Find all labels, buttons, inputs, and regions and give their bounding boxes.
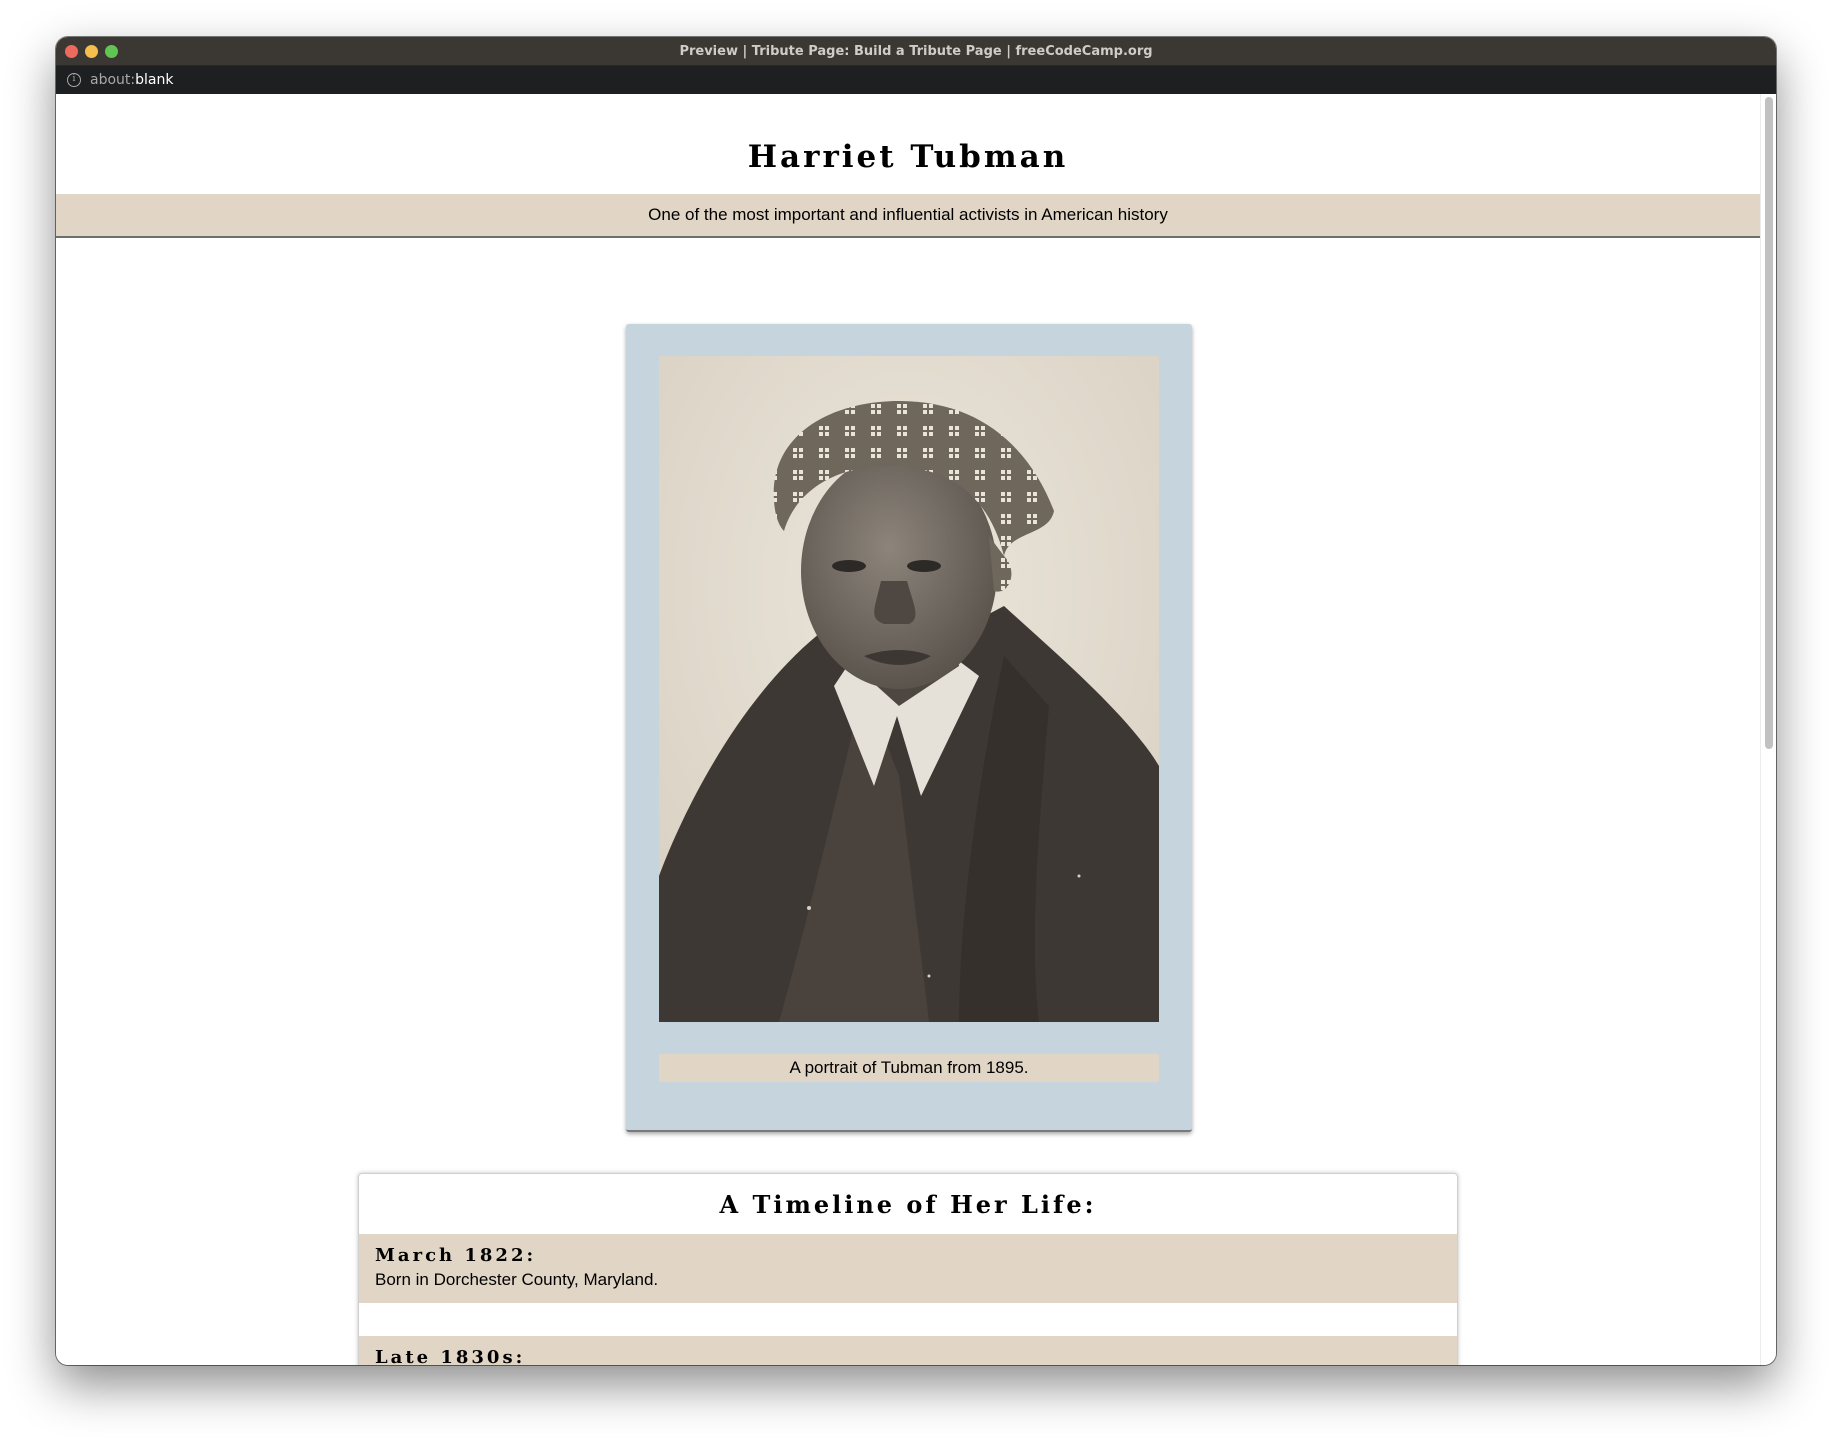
image-caption: A portrait of Tubman from 1895. xyxy=(659,1054,1159,1082)
timeline-date: Late 1830s: xyxy=(375,1347,526,1365)
page-viewport: Harriet Tubman One of the most important… xyxy=(56,94,1760,1365)
window-title: Preview | Tribute Page: Build a Tribute … xyxy=(679,44,1153,59)
scrollbar-thumb[interactable] xyxy=(1765,97,1773,749)
timeline-title: A Timeline of Her Life: xyxy=(719,1190,1097,1219)
page-subtitle: One of the most important and influentia… xyxy=(56,194,1760,238)
page-title: Harriet Tubman xyxy=(747,139,1069,175)
browser-window: Preview | Tribute Page: Build a Tribute … xyxy=(56,37,1776,1365)
timeline-section: A Timeline of Her Life: March 1822: Born… xyxy=(358,1173,1458,1365)
timeline-date: March 1822: xyxy=(375,1245,537,1266)
info-icon[interactable]: i xyxy=(67,73,81,87)
url-prefix: about: xyxy=(90,72,136,88)
portrait-illustration xyxy=(659,356,1159,1022)
timeline-item: Late 1830s: xyxy=(359,1336,1457,1365)
address-bar[interactable]: i about:blank xyxy=(56,66,1776,94)
portrait-image xyxy=(659,356,1159,1022)
url-main: blank xyxy=(135,72,174,88)
timeline-item: March 1822: Born in Dorchester County, M… xyxy=(359,1234,1457,1303)
url-text[interactable]: about:blank xyxy=(90,72,173,88)
vertical-scrollbar[interactable] xyxy=(1760,94,1776,1365)
image-card: A portrait of Tubman from 1895. xyxy=(626,324,1192,1132)
title-bar: Preview | Tribute Page: Build a Tribute … xyxy=(56,37,1776,66)
timeline-text: Born in Dorchester County, Maryland. xyxy=(375,1270,659,1289)
